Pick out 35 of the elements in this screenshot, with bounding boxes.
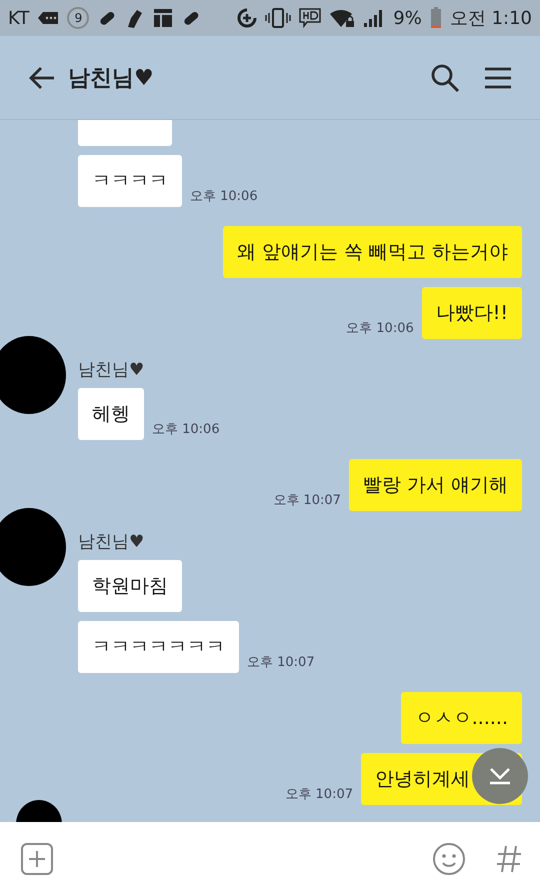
message-time: 오후 10:06: [190, 188, 258, 205]
message-icon: [37, 11, 60, 25]
sender-name: 남친님♥: [78, 531, 144, 553]
battery-percent: 9%: [393, 8, 422, 28]
sender-name: 남친님♥: [78, 359, 144, 381]
hd-voice-icon: [299, 8, 322, 28]
message-bubble: ㅋㅋㅋㅋ: [78, 155, 182, 207]
emoticon-icon[interactable]: [432, 842, 466, 876]
message-bubble: 왜 앞얘기는 쏙 빼먹고 하는거야: [222, 226, 522, 278]
carrier-label: KT: [8, 8, 30, 28]
message-bubble: 나빴다!!: [422, 287, 522, 339]
wifi-lock-icon: [329, 8, 356, 28]
message-time: 오후 10:07: [285, 786, 353, 803]
scroll-down-icon: [489, 767, 511, 785]
battery-icon: [430, 7, 442, 29]
notification-count: 9: [67, 7, 90, 29]
message-bubble: 헤헹: [78, 388, 144, 440]
search-icon[interactable]: [430, 62, 460, 92]
message-time: 오후 10:07: [273, 492, 341, 509]
message-time: 오후 10:06: [152, 421, 220, 438]
chat-title: 남친님♥: [68, 64, 154, 92]
data-saver-icon: [237, 8, 258, 28]
vibrate-icon: [265, 8, 292, 28]
message-time: 오후 10:06: [346, 320, 414, 337]
add-icon[interactable]: [20, 842, 54, 876]
clock: 오전 1:10: [450, 7, 532, 30]
back-arrow-icon[interactable]: [28, 66, 56, 90]
hashtag-icon[interactable]: [496, 844, 522, 874]
message-bubble: ㅇㅅㅇ......: [400, 692, 522, 744]
menu-icon[interactable]: [484, 66, 512, 90]
message-bubble: 학원마침: [78, 560, 182, 612]
message-time: 오후 10:07: [247, 654, 315, 671]
message-bubble: ㅋㅋㅋㅋㅋㅋㅋ: [78, 621, 239, 673]
layout-icon: [153, 8, 174, 28]
message-bubble: 빨랑 가서 얘기해: [348, 459, 522, 511]
